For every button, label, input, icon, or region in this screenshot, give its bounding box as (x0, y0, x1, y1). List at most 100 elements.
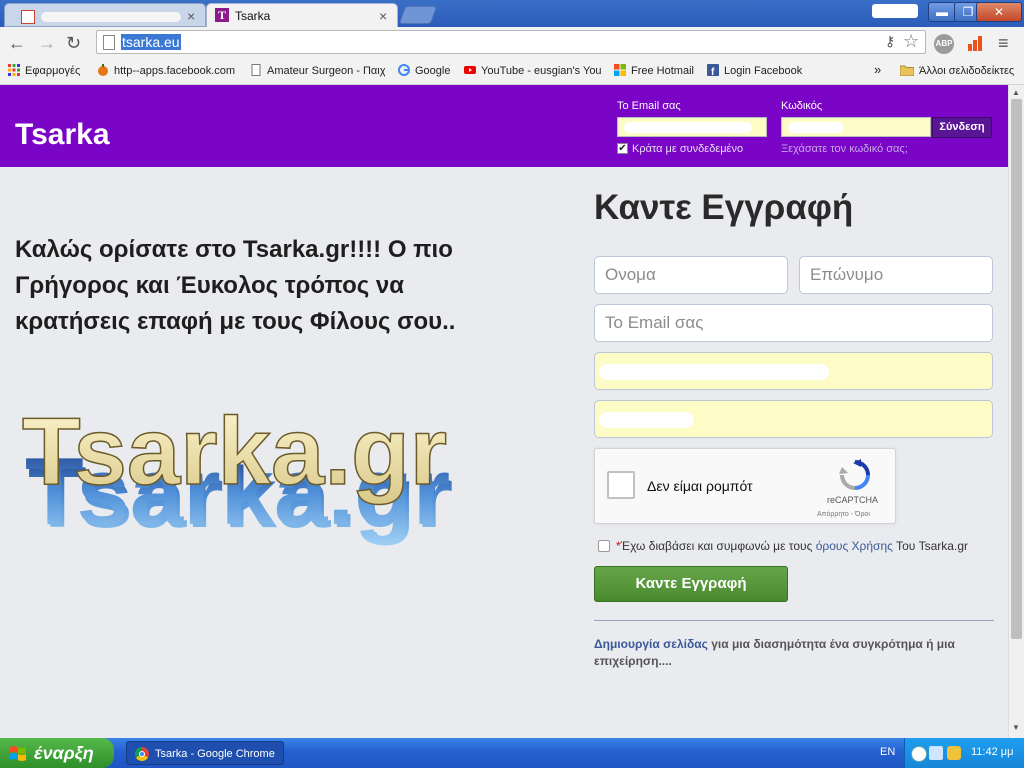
security-shield-icon[interactable] (947, 746, 961, 760)
register-submit-button[interactable]: Καντε Εγγραφή (594, 566, 788, 602)
close-tab-icon[interactable]: × (187, 8, 195, 24)
autofilled-field[interactable] (594, 352, 993, 390)
chrome-menu-icon[interactable]: ≡ (998, 33, 1009, 54)
language-indicator[interactable]: EN (880, 746, 895, 758)
bookmark-amateur-surgeon[interactable]: Amateur Surgeon - Παιχνίδια (250, 64, 385, 77)
redacted-value (788, 122, 844, 133)
page-favicon (21, 10, 35, 24)
tab-tsarka[interactable]: T Tsarka × (206, 3, 398, 27)
profile-button-redacted[interactable] (872, 4, 918, 18)
login-email-label: Το Email σας (617, 100, 681, 112)
keep-logged-in-label: Κράτα με συνδεδεμένο (632, 143, 744, 155)
close-window-button[interactable]: ✕ (976, 2, 1022, 22)
terms-text-before: Έχω διαβάσει και συμφωνώ με τους (620, 539, 816, 553)
create-page-link[interactable]: Δημιουργία σελίδας (594, 637, 708, 651)
page-scrollbar[interactable]: ▲ ▼ (1008, 85, 1024, 738)
address-bar[interactable]: tsarka.eu ⚷ ☆ (96, 30, 926, 54)
terms-checkbox[interactable] (598, 540, 610, 552)
page-icon (103, 35, 115, 50)
taskbar-window-title: Tsarka - Google Chrome (155, 748, 275, 760)
tsarka-favicon-icon: T (215, 8, 229, 22)
redacted-value (624, 122, 752, 133)
browser-titlebar: × T Tsarka × ▬ ❐ ✕ (0, 0, 1024, 27)
logo-face-text: Tsarka.gr (22, 400, 447, 505)
bookmark-label: http--apps.facebook.com (114, 65, 235, 77)
system-clock[interactable]: 11:42 μμ (971, 746, 1013, 758)
redacted-value (599, 364, 829, 380)
chrome-icon (135, 747, 149, 761)
welcome-message: Καλώς ορίσατε στο Tsarka.gr!!!! Ο πιο Γρ… (15, 236, 456, 335)
youtube-icon (464, 66, 476, 74)
recaptcha-checkbox[interactable] (607, 471, 635, 499)
email-field[interactable] (594, 304, 993, 342)
bookmark-hotmail[interactable]: Free Hotmail (614, 64, 698, 77)
bookmark-label: YouTube - eusgian's YouTube (481, 65, 602, 77)
minimize-button[interactable]: ▬ (928, 2, 956, 22)
windows-logo-icon (614, 64, 626, 76)
apps-grid-icon (8, 64, 20, 76)
page-icon (251, 64, 261, 76)
first-name-field[interactable] (594, 256, 788, 294)
last-name-input[interactable] (800, 257, 992, 293)
start-label: έναρξη (34, 743, 94, 763)
terms-label: *Έχω διαβάσει και συμφωνώ με τους όρους … (616, 539, 968, 553)
recaptcha-terms[interactable]: Απόρρητο - Όροι (817, 511, 870, 518)
divider (594, 620, 994, 621)
recaptcha-widget: Δεν είμαι ρομπότ reCAPTCHA Απόρρητο - Όρ… (594, 448, 896, 524)
tsarka-3d-logo-image: Tsarka.gr Tsarka.gr Tsarka.gr (21, 400, 453, 546)
last-name-field[interactable] (799, 256, 993, 294)
bookmark-label: Άλλοι σελιδοδείκτες (919, 65, 1015, 77)
bookmarks-overflow-chevron-icon[interactable]: » (874, 62, 881, 77)
folder-icon (900, 65, 914, 76)
password-field[interactable] (594, 400, 993, 438)
site-logo[interactable]: Tsarka (15, 118, 110, 152)
site-header: Tsarka Το Email σας Κωδικός Σύνδεση ✔ Κρ… (0, 85, 1008, 167)
scroll-down-arrow-icon[interactable]: ▼ (1012, 723, 1020, 732)
tab-title-redacted (41, 12, 181, 22)
scroll-thumb[interactable] (1011, 99, 1022, 639)
new-tab-button[interactable] (398, 6, 438, 24)
tab-blurred[interactable]: × (4, 3, 206, 27)
bookmark-youtube[interactable]: YouTube - eusgian's YouTube (464, 64, 602, 77)
bookmark-label: Google (415, 65, 451, 77)
reload-icon[interactable]: ↻ (66, 33, 81, 54)
recaptcha-logo-icon (839, 459, 870, 490)
email-input[interactable] (595, 305, 992, 341)
recaptcha-label: Δεν είμαι ρομπότ (647, 478, 753, 494)
login-password-label: Κωδικός (781, 100, 823, 112)
terms-of-use-link[interactable]: όρους Χρήσης (816, 539, 893, 553)
bookmark-apps[interactable]: Εφαρμογές (8, 64, 88, 77)
login-button[interactable]: Σύνδεση (932, 117, 992, 138)
create-page-text: Δημιουργία σελίδας για μια διασημότητα έ… (594, 636, 994, 670)
login-password-field[interactable] (781, 117, 931, 137)
tray-chevron-icon[interactable] (911, 746, 927, 762)
windows-flag-icon (10, 746, 26, 761)
close-tab-icon[interactable]: × (379, 8, 387, 24)
network-icon[interactable] (929, 746, 943, 760)
taskbar-chrome-window[interactable]: Tsarka - Google Chrome (126, 741, 284, 765)
bookmark-facebook-apps[interactable]: http--apps.facebook.com (97, 64, 235, 77)
bookmark-login-facebook[interactable]: f Login Facebook (707, 64, 807, 77)
terms-text-after: Του Tsarka.gr (892, 539, 968, 553)
tab-title: Tsarka (235, 9, 271, 23)
bookmark-star-icon[interactable]: ☆ (903, 31, 919, 52)
login-email-field[interactable] (617, 117, 767, 137)
bookmark-label: Amateur Surgeon - Παιχνίδια (267, 65, 385, 77)
start-button[interactable]: έναρξη (0, 738, 114, 768)
windows-taskbar: έναρξη Tsarka - Google Chrome EN 11:42 μ… (0, 738, 1024, 768)
adblock-plus-icon[interactable]: ABP (934, 34, 954, 54)
url-text[interactable]: tsarka.eu (121, 34, 181, 50)
bar-chart-extension-icon[interactable] (966, 34, 984, 52)
scroll-up-arrow-icon[interactable]: ▲ (1012, 88, 1020, 97)
key-icon[interactable]: ⚷ (885, 33, 895, 50)
forward-arrow-icon[interactable]: → (38, 33, 56, 54)
register-title: Καντε Εγγραφή (594, 188, 854, 227)
back-arrow-icon[interactable]: ← (8, 33, 26, 54)
system-tray: 11:42 μμ (904, 738, 1024, 768)
bookmark-label: Εφαρμογές (25, 65, 81, 77)
bookmark-google[interactable]: Google (398, 64, 456, 77)
other-bookmarks-folder[interactable]: Άλλοι σελιδοδείκτες (900, 64, 1014, 77)
first-name-input[interactable] (595, 257, 787, 293)
keep-logged-in-checkbox[interactable]: ✔ (617, 143, 628, 154)
forgot-password-link[interactable]: Ξεχάσατε τον κωδικό σας; (781, 143, 908, 155)
